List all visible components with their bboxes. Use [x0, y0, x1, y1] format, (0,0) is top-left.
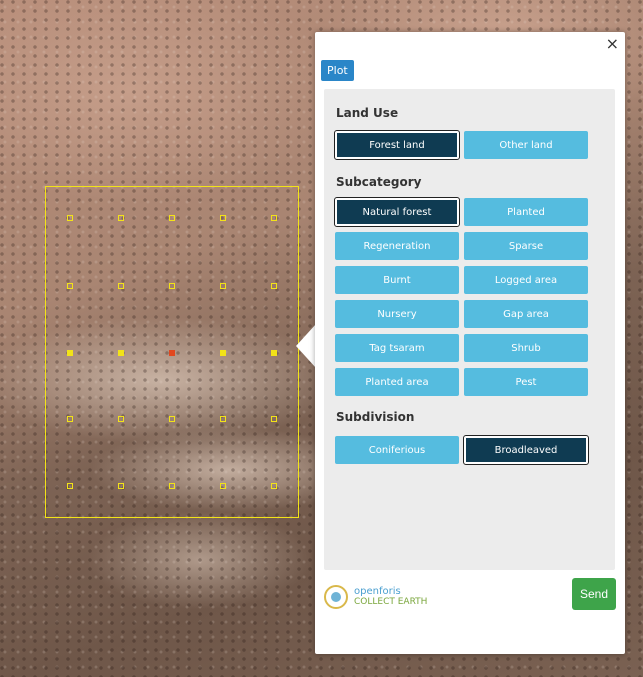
sample-point: [118, 350, 124, 356]
sample-point: [220, 215, 226, 221]
sample-point: [118, 416, 124, 422]
sample-point: [169, 483, 175, 489]
subdivision-label: Subdivision: [336, 410, 415, 424]
survey-panel: × Plot Land Use Forest land Other land S…: [315, 32, 625, 654]
option-nursery[interactable]: Nursery: [335, 300, 459, 328]
option-regeneration[interactable]: Regeneration: [335, 232, 459, 260]
sample-point: [118, 283, 124, 289]
subcategory-label: Subcategory: [336, 175, 422, 189]
openforis-logo-icon: [324, 585, 348, 609]
option-broadleaved[interactable]: Broadleaved: [463, 435, 589, 465]
send-button[interactable]: Send: [572, 578, 616, 610]
sample-point: [271, 483, 277, 489]
sample-point: [169, 215, 175, 221]
survey-form: Land Use Forest land Other land Subcateg…: [324, 89, 615, 570]
sample-point: [67, 350, 73, 356]
sample-point: [220, 283, 226, 289]
option-logged-area[interactable]: Logged area: [464, 266, 588, 294]
sample-point: [271, 416, 277, 422]
openforis-logo: openforis COLLECT EARTH: [324, 582, 427, 612]
panel-pointer-arrow: [296, 324, 316, 368]
logo-openforis-text: openforis: [354, 586, 401, 597]
option-planted-area[interactable]: Planted area: [335, 368, 459, 396]
sample-point: [67, 215, 73, 221]
sample-point: [169, 283, 175, 289]
sample-point: [67, 483, 73, 489]
land-use-label: Land Use: [336, 106, 399, 120]
option-natural-forest[interactable]: Natural forest: [334, 197, 460, 227]
sample-point: [220, 483, 226, 489]
sample-point: [271, 283, 277, 289]
tab-plot[interactable]: Plot: [321, 60, 354, 81]
option-pest[interactable]: Pest: [464, 368, 588, 396]
sample-point: [67, 283, 73, 289]
sample-point: [220, 416, 226, 422]
logo-collect-earth-text: COLLECT EARTH: [354, 597, 428, 607]
sample-point: [271, 215, 277, 221]
option-other-land[interactable]: Other land: [464, 131, 588, 159]
option-burnt[interactable]: Burnt: [335, 266, 459, 294]
option-coniferious[interactable]: Coniferious: [335, 436, 459, 464]
sample-point: [271, 350, 277, 356]
sample-point: [220, 350, 226, 356]
sample-point: [169, 416, 175, 422]
option-tag-tsaram[interactable]: Tag tsaram: [335, 334, 459, 362]
option-forest-land[interactable]: Forest land: [334, 130, 460, 160]
sample-point: [118, 483, 124, 489]
sample-point: [67, 416, 73, 422]
option-sparse[interactable]: Sparse: [464, 232, 588, 260]
sample-point: [118, 215, 124, 221]
close-icon[interactable]: ×: [606, 36, 619, 52]
option-gap-area[interactable]: Gap area: [464, 300, 588, 328]
option-shrub[interactable]: Shrub: [464, 334, 588, 362]
sample-point: [169, 350, 175, 356]
option-planted[interactable]: Planted: [464, 198, 588, 226]
